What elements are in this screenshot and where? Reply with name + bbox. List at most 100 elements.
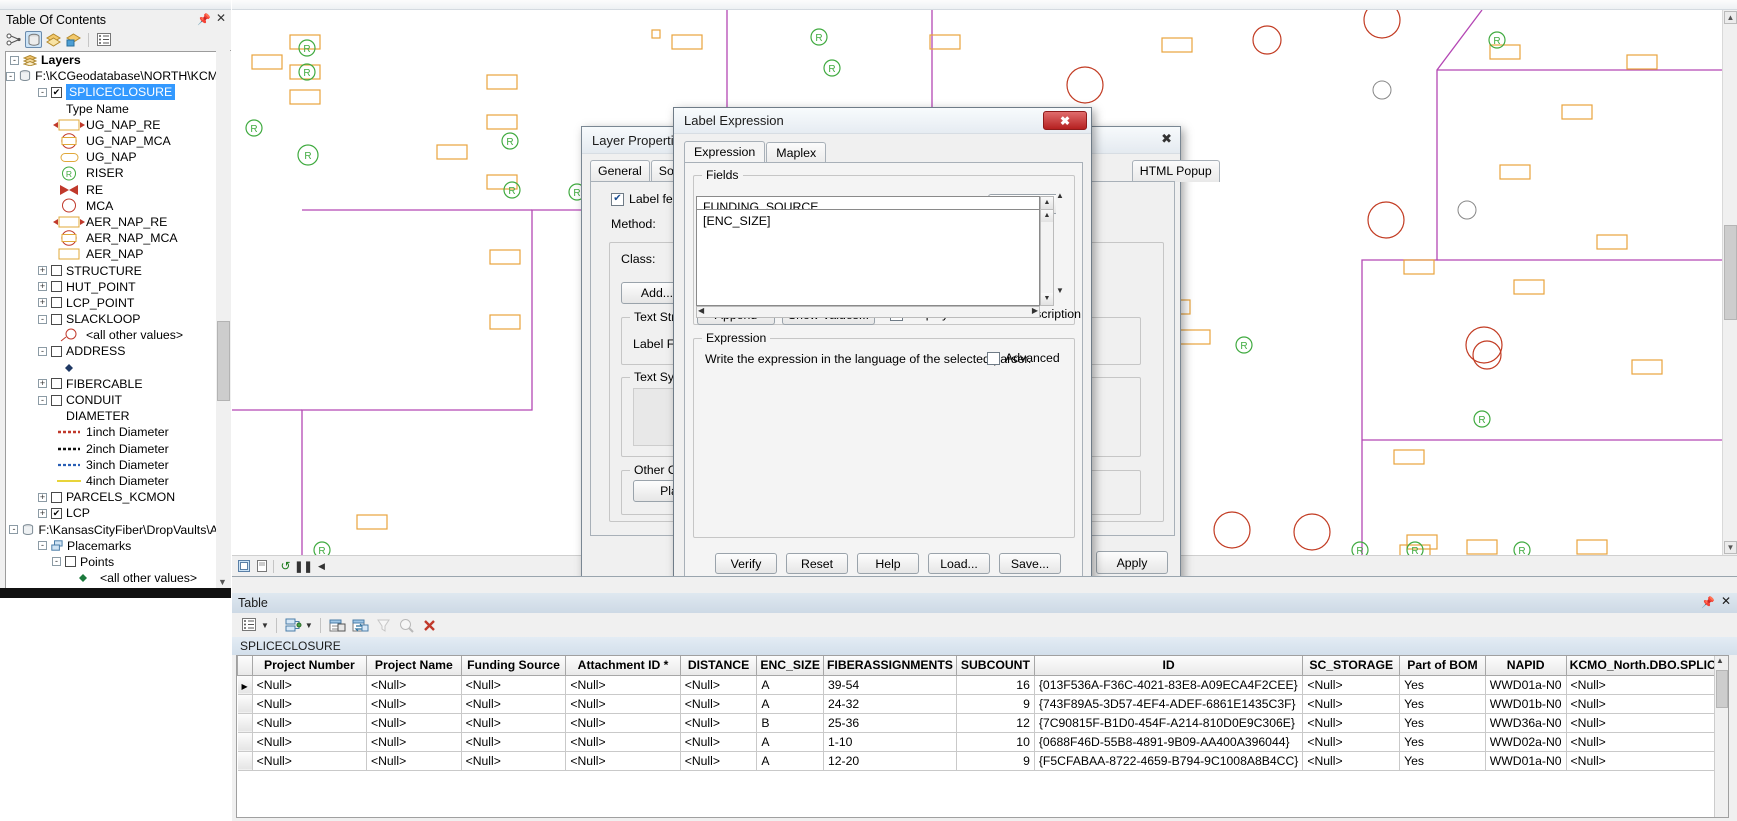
table-cell[interactable]: <Null> bbox=[461, 713, 567, 733]
table-cell[interactable]: {0688F46D-55B8-4891-9B09-AA400A396044} bbox=[1034, 732, 1304, 752]
table-cell[interactable]: <Null> bbox=[680, 732, 758, 752]
label-expression-tabs[interactable]: Expression Maplex bbox=[684, 141, 827, 164]
grid-scroll-thumb[interactable] bbox=[1716, 670, 1728, 708]
table-cell[interactable]: A bbox=[756, 675, 824, 695]
table-row[interactable]: <Null> <Null> <Null> <Null> <Null> A 1-10 10 {06… bbox=[237, 732, 1728, 752]
expander-icon[interactable]: + bbox=[38, 298, 47, 308]
attribute-table-panel[interactable]: Table 📌 ✕ ▼ ▼ SPLICECLOSURE Project Numb… bbox=[232, 576, 1737, 821]
expr-scroll-left-icon[interactable]: ◀ bbox=[698, 306, 704, 315]
pin-icon[interactable]: 📌 bbox=[197, 13, 211, 26]
toc-item-all-other-values[interactable]: <all other values> bbox=[6, 570, 218, 586]
toc-item-lcp[interactable]: + LCP bbox=[6, 505, 218, 521]
list-by-source-icon[interactable] bbox=[25, 31, 42, 48]
tab-html-popup[interactable]: HTML Popup bbox=[1131, 160, 1220, 182]
column-header[interactable]: ENC_SIZE bbox=[756, 656, 824, 676]
column-header[interactable]: NAPID bbox=[1484, 656, 1567, 676]
select-by-attributes-icon[interactable] bbox=[328, 616, 347, 635]
table-cell[interactable]: {013F536A-F36C-4021-83E8-A09ECA4F2CEE} bbox=[1034, 675, 1304, 695]
close-icon[interactable]: ✕ bbox=[216, 11, 226, 25]
column-header[interactable]: Attachment ID * bbox=[565, 656, 681, 676]
table-cell[interactable]: 39-54 bbox=[823, 675, 957, 695]
table-cell[interactable]: <Null> bbox=[461, 694, 567, 714]
list-by-selection-icon[interactable] bbox=[65, 31, 82, 48]
row-selector-cell[interactable] bbox=[237, 713, 253, 733]
outer-scroll-down-icon[interactable]: ▼ bbox=[1056, 286, 1064, 295]
table-cell[interactable]: 24-32 bbox=[823, 694, 957, 714]
table-cell[interactable]: WWD01a-N0 bbox=[1485, 751, 1567, 771]
table-cell[interactable]: <Null> bbox=[1566, 713, 1728, 733]
table-cell[interactable]: 25-36 bbox=[823, 713, 957, 733]
options-icon[interactable] bbox=[95, 31, 112, 48]
layer-visibility-checkbox[interactable] bbox=[51, 86, 62, 98]
table-cell[interactable]: WWD01b-N0 bbox=[1485, 694, 1567, 714]
table-cell[interactable]: Yes bbox=[1399, 675, 1486, 695]
toc-item-ug-nap-mca[interactable]: UG_NAP_MCA bbox=[6, 133, 218, 149]
layer-visibility-checkbox[interactable] bbox=[51, 378, 62, 390]
expander-icon[interactable]: - bbox=[38, 541, 47, 551]
table-cell[interactable]: A bbox=[756, 732, 824, 752]
table-cell[interactable]: <Null> bbox=[1302, 713, 1401, 733]
toc-item-ug-nap[interactable]: UG_NAP bbox=[6, 149, 218, 165]
map-scroll-up-button[interactable]: ▲ bbox=[1724, 11, 1737, 24]
previous-extent-icon[interactable]: ◀ bbox=[315, 560, 328, 573]
table-cell[interactable]: B bbox=[756, 713, 824, 733]
label-expression-dialog[interactable]: Label Expression ✖ Expression Maplex Fie… bbox=[673, 107, 1092, 623]
layer-visibility-checkbox[interactable] bbox=[65, 556, 76, 568]
layout-view-icon[interactable] bbox=[255, 560, 268, 573]
column-header[interactable]: Part of BOM bbox=[1399, 656, 1486, 676]
attribute-grid[interactable]: Project Number Project Name Funding Source… bbox=[236, 655, 1729, 818]
table-toolbar[interactable]: ▼ ▼ bbox=[232, 613, 1737, 637]
expander-icon[interactable]: - bbox=[10, 55, 19, 65]
table-cell[interactable]: WWD01a-N0 bbox=[1485, 675, 1567, 695]
toc-item-slackloop[interactable]: - SLACKLOOP bbox=[6, 311, 218, 327]
row-selector-cell[interactable] bbox=[237, 732, 253, 752]
toc-item-all-other-values[interactable]: <all other values> bbox=[6, 327, 218, 343]
expander-icon[interactable]: - bbox=[9, 525, 19, 535]
map-scroll-down-button[interactable]: ▼ bbox=[1724, 541, 1737, 554]
expr-scroll-right-icon[interactable]: ▶ bbox=[1032, 306, 1038, 315]
table-cell[interactable]: 16 bbox=[956, 675, 1035, 695]
table-cell[interactable]: <Null> bbox=[252, 732, 367, 752]
close-icon[interactable]: ✖ bbox=[1043, 111, 1087, 130]
toc-item-symbol-19[interactable] bbox=[6, 360, 218, 376]
layer-visibility-checkbox[interactable] bbox=[51, 265, 62, 277]
table-cell[interactable]: <Null> bbox=[680, 751, 758, 771]
table-cell[interactable]: <Null> bbox=[1302, 694, 1401, 714]
toc-item-parcels-kcmon[interactable]: + PARCELS_KCMON bbox=[6, 489, 218, 505]
grid-scroll-up-icon[interactable]: ▲ bbox=[1716, 656, 1724, 665]
toc-scroll-down-icon[interactable]: ▼ bbox=[218, 577, 227, 587]
table-tab-spliceclosure[interactable]: SPLICECLOSURE bbox=[240, 639, 341, 653]
toc-item-aer-nap-mca[interactable]: AER_NAP_MCA bbox=[6, 230, 218, 246]
tab-general[interactable]: General bbox=[590, 160, 650, 182]
toc-item-layers[interactable]: - Layers bbox=[6, 52, 218, 68]
layer-visibility-checkbox[interactable] bbox=[51, 281, 62, 293]
table-cell[interactable]: <Null> bbox=[680, 713, 758, 733]
table-cell[interactable]: 12 bbox=[956, 713, 1035, 733]
toc-item-aer-nap[interactable]: AER_NAP bbox=[6, 246, 218, 262]
column-header[interactable]: SUBCOUNT bbox=[955, 656, 1035, 676]
table-cell[interactable]: {743F89A5-3D57-4EF4-ADEF-6861E1435C3F} bbox=[1034, 694, 1304, 714]
table-cell[interactable]: Yes bbox=[1399, 713, 1486, 733]
table-cell[interactable]: WWD02a-N0 bbox=[1485, 732, 1567, 752]
toc-item-spliceclosure[interactable]: - SPLICECLOSURE bbox=[6, 84, 218, 101]
row-selector-cell[interactable] bbox=[237, 751, 253, 771]
expression-vertical-scrollbar[interactable]: ▲ ▼ bbox=[1040, 209, 1054, 306]
column-header[interactable]: DISTANCE bbox=[679, 656, 758, 676]
expression-action-buttons[interactable]: Verify Reset Help Load... Save... bbox=[715, 553, 1061, 574]
layer-properties-close-icon[interactable]: ✖ bbox=[1161, 131, 1172, 147]
table-cell[interactable]: {F5CFABAA-8722-4659-B794-9C1008A8B4CC} bbox=[1034, 751, 1304, 771]
toc-vertical-scrollbar[interactable]: ▼ bbox=[216, 51, 231, 591]
toc-item-4inch-diameter[interactable]: 4inch Diameter bbox=[6, 473, 218, 489]
expr-scroll-down-icon[interactable]: ▼ bbox=[1041, 293, 1053, 305]
toc-item-fibercable[interactable]: + FIBERCABLE bbox=[6, 376, 218, 392]
table-cell[interactable]: A bbox=[756, 751, 824, 771]
map-scroll-thumb[interactable] bbox=[1724, 225, 1737, 320]
table-options-dropdown-icon[interactable]: ▼ bbox=[261, 621, 269, 630]
toc-item-f-kansascityfiber-dropvaults-a[interactable]: - F:\KansasCityFiber\DropVaults\A bbox=[6, 521, 218, 537]
switch-selection-icon[interactable] bbox=[351, 616, 370, 635]
toc-item-address[interactable]: - ADDRESS bbox=[6, 343, 218, 359]
column-header[interactable]: FIBERASSIGNMENTS bbox=[822, 656, 957, 676]
toc-item-ug-nap-re[interactable]: UG_NAP_RE bbox=[6, 117, 218, 133]
table-cell[interactable]: <Null> bbox=[1566, 751, 1728, 771]
toc-item-re[interactable]: RE bbox=[6, 182, 218, 198]
